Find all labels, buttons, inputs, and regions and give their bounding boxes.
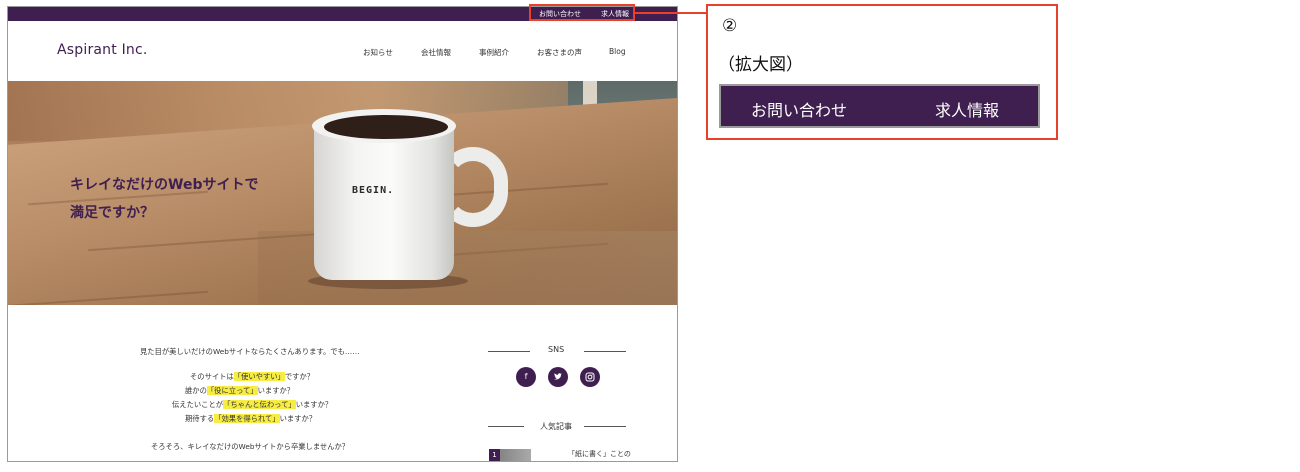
twitter-icon[interactable] [548,367,568,387]
question-suffix: いますか？ [295,400,333,409]
highlight-text: 「効果を得られて」 [214,414,280,423]
question-line: 伝えたいことが「ちゃんと伝わって」いますか？ [172,400,332,410]
divider [488,426,524,427]
question-prefix: そのサイトは [190,372,234,381]
nav-news[interactable]: お知らせ [363,47,393,58]
mug-coffee [324,115,448,139]
nav-company[interactable]: 会社情報 [421,47,451,58]
question-suffix: いますか？ [279,414,317,423]
divider [584,426,626,427]
highlight-text: 「ちゃんと伝わって」 [223,400,296,409]
hero-headline: キレイなだけのWebサイトで 満足ですか？ [70,171,258,227]
website-screenshot: お問い合わせ 求人情報 Aspirant Inc. お知らせ 会社情報 事例紹介… [7,6,678,462]
divider [488,351,530,352]
hero-headline-line1: キレイなだけのWebサイトで [70,177,259,193]
wood-grain [8,290,208,305]
mug-print: BEGIN. [352,185,395,196]
facebook-icon[interactable]: f [516,367,536,387]
sns-heading: SNS [548,345,565,354]
rank-badge: 1 [489,449,500,461]
question-prefix: 期待する [185,414,215,423]
nav-cases[interactable]: 事例紹介 [479,47,509,58]
hero-banner: BEGIN. キレイなだけのWebサイトで 満足ですか？ [8,81,677,305]
question-prefix: 伝えたいことが [172,400,224,409]
zoom-callout: ② （拡大図） お問い合わせ 求人情報 [706,4,1058,140]
question-prefix: 誰かの [185,386,207,395]
popular-post-title[interactable]: 「紙に書く」ことの [568,449,631,459]
instagram-icon[interactable] [580,367,600,387]
site-header: Aspirant Inc. お知らせ 会社情報 事例紹介 お客さまの声 Blog [8,21,677,81]
figure: お問い合わせ 求人情報 Aspirant Inc. お知らせ 会社情報 事例紹介… [0,0,1300,472]
closing-text: そろそろ、キレイなだけのWebサイトから卒業しませんか？ [151,442,350,451]
intro-text: 見た目が美しいだけのWebサイトならたくさんあります。でも…… [140,347,360,356]
nav-testimonials[interactable]: お客さまの声 [537,47,582,58]
question-line: そのサイトは「使いやすい」ですか？ [190,372,314,382]
question-line: 期待する「効果を得られて」いますか？ [185,414,316,424]
question-suffix: いますか？ [257,386,295,395]
nav-blog[interactable]: Blog [609,47,626,56]
site-logo[interactable]: Aspirant Inc. [57,42,148,58]
zoomed-recruit-link: 求人情報 [935,101,1000,120]
highlight-text: 「使いやすい」 [233,372,285,381]
popular-posts-heading: 人気記事 [540,422,572,431]
callout-number: ② [722,16,738,36]
divider [584,351,626,352]
main-content: 見た目が美しいだけのWebサイトならたくさんあります。でも…… そのサイトは「使… [8,305,677,461]
question-suffix: ですか？ [284,372,315,381]
highlight-text: 「役に立って」 [206,386,258,395]
highlight-box [529,4,635,21]
coffee-mug [314,122,454,280]
question-line: 誰かの「役に立って」いますか？ [185,386,294,396]
callout-caption: （拡大図） [718,55,803,75]
hero-headline-line2: 満足ですか？ [70,205,154,221]
zoomed-topbar: お問い合わせ 求人情報 [719,84,1040,128]
callout-connector [635,12,706,14]
zoomed-contact-link: お問い合わせ [751,101,848,120]
